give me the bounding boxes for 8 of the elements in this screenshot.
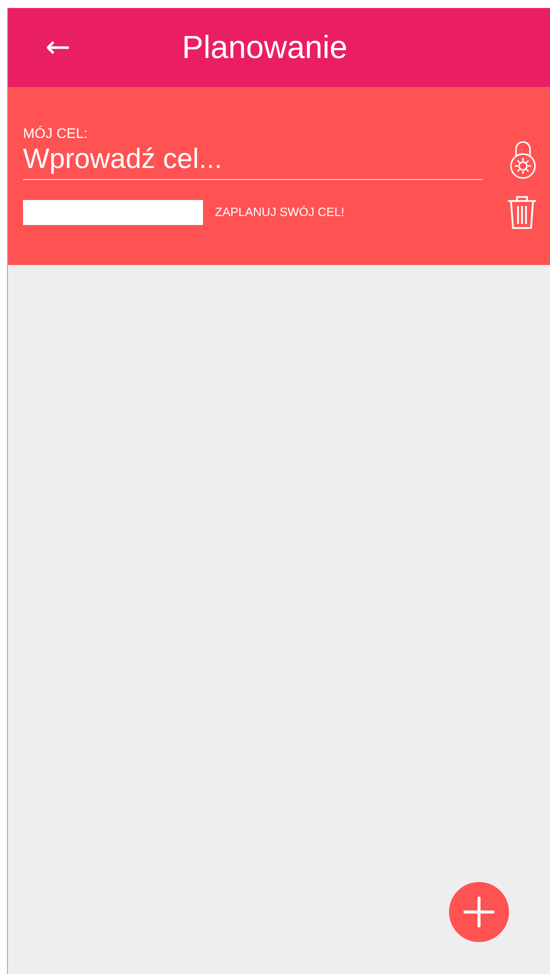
back-button[interactable]: ← [38, 30, 78, 65]
goal-label: MÓJ CEL: [23, 125, 89, 141]
lock-icon[interactable] [508, 140, 538, 180]
screen-title: Planowanie [182, 29, 348, 66]
trash-icon[interactable] [506, 194, 538, 230]
goal-input-field[interactable]: Wprowadź cel... [23, 141, 483, 180]
plus-icon [462, 895, 496, 929]
goal-hint: ZAPLANUJ SWÓJ CEL! [215, 205, 346, 219]
